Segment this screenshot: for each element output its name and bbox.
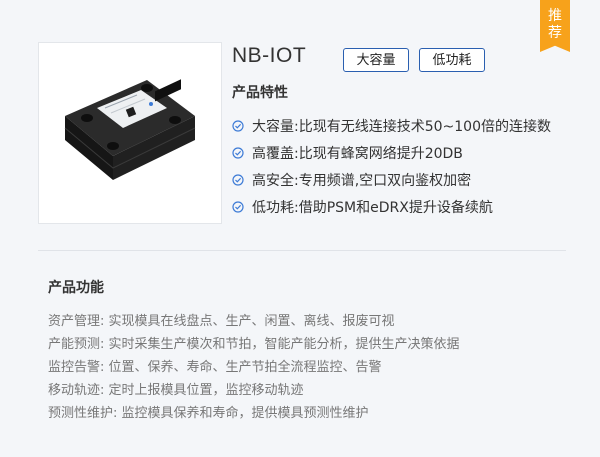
feature-text: 高覆盖:比现有蜂窝网络提升20DB [252, 145, 463, 162]
feature-item: 低功耗:借助PSM和eDRX提升设备续航 [232, 193, 551, 220]
tag-low-power[interactable]: 低功耗 [419, 48, 485, 72]
ribbon-char-1: 推 [548, 8, 562, 24]
function-item: 移动轨迹: 定时上报模具位置，监控移动轨迹 [48, 383, 304, 398]
product-image [38, 42, 222, 224]
feature-item: 高覆盖:比现有蜂窝网络提升20DB [232, 139, 551, 166]
functions-heading: 产品功能 [48, 280, 104, 296]
feature-text: 高安全:专用频谱,空口双向鉴权加密 [252, 172, 472, 189]
feature-item: 大容量:比现有无线连接技术50~100倍的连接数 [232, 112, 551, 139]
features-heading: 产品特性 [232, 85, 288, 101]
tag-large-capacity[interactable]: 大容量 [343, 48, 409, 72]
product-title: NB-IOT [232, 44, 307, 67]
function-item: 预测性维护: 监控模具保养和寿命，提供模具预测性维护 [48, 406, 369, 421]
ribbon-char-2: 荐 [548, 25, 562, 41]
function-item: 资产管理: 实现模具在线盘点、生产、闲置、离线、报废可视 [48, 314, 395, 329]
feature-list: 大容量:比现有无线连接技术50~100倍的连接数 高覆盖:比现有蜂窝网络提升20… [232, 112, 551, 220]
check-circle-icon [232, 173, 244, 186]
check-circle-icon [232, 146, 244, 159]
nb-iot-device-image [64, 79, 196, 180]
feature-item: 高安全:专用频谱,空口双向鉴权加密 [232, 166, 551, 193]
recommend-ribbon: 推 荐 [540, 0, 570, 52]
function-item: 产能预测: 实时采集生产模次和节拍，智能产能分析，提供生产决策依据 [48, 337, 460, 352]
feature-text: 低功耗:借助PSM和eDRX提升设备续航 [252, 199, 493, 216]
function-item: 监控告警: 位置、保养、寿命、生产节拍全流程监控、告警 [48, 360, 382, 375]
product-card: 推 荐 NB-IOT 大容量 低功耗 产品特性 大容量:比现有无线连接技术50~… [0, 0, 600, 457]
check-circle-icon [232, 200, 244, 213]
function-list: 资产管理: 实现模具在线盘点、生产、闲置、离线、报废可视 产能预测: 实时采集生… [48, 310, 460, 425]
check-circle-icon [232, 119, 244, 132]
feature-text: 大容量:比现有无线连接技术50~100倍的连接数 [252, 118, 551, 135]
section-divider [38, 250, 566, 251]
